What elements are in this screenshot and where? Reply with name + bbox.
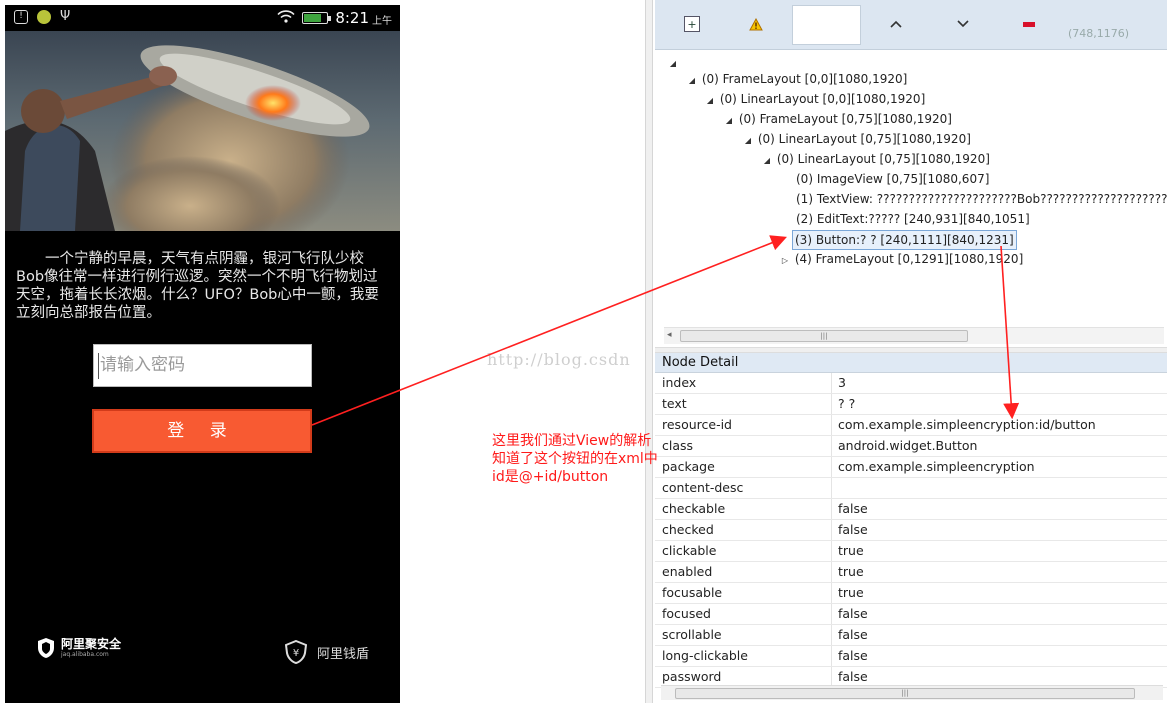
tree-node[interactable]: ◢ (0) LinearLayout [0,75][1080,1920] [742, 129, 971, 149]
search-field[interactable] [792, 5, 861, 45]
expand-toggle-icon[interactable]: ◢ [704, 91, 716, 111]
tree-node[interactable]: ◢ (0) FrameLayout [0,75][1080,1920] [723, 109, 952, 129]
detail-row[interactable]: enabled true [655, 562, 1167, 583]
warning-icon[interactable] [748, 16, 764, 32]
viewer-toolbar: + (748,1176) [655, 0, 1167, 50]
hierarchy-tree: ◢ ◢ (0) FrameLayout [0,0][1080,1920] ◢ (… [655, 50, 1167, 347]
status-time: 8:21 [335, 8, 369, 27]
detail-row[interactable]: index 3 [655, 373, 1167, 394]
detail-row[interactable]: long-clickable false [655, 646, 1167, 667]
tree-node[interactable]: ◢ (0) LinearLayout [0,0][1080,1920] [704, 89, 925, 109]
node-detail-table: index 3 text? ? resource-id com.example.si… [655, 373, 1167, 688]
brand-qiandun: ¥ 阿里钱盾 [285, 640, 369, 664]
expand-toggle-icon[interactable]: ◢ [742, 131, 754, 151]
qiandun-shield-icon: ¥ [285, 640, 307, 664]
scroll-left-icon[interactable]: ◂ [667, 330, 672, 340]
node-detail-title: Node Detail [655, 353, 1167, 373]
tree-node[interactable]: ▷ (4) FrameLayout [0,1291][1080,1920] [779, 249, 1023, 269]
scroll-thumb[interactable]: ||| [680, 330, 968, 342]
brand-aliju-security: 阿里聚安全 jaq.alibaba.com [37, 637, 121, 659]
login-button[interactable]: 登 录 [92, 409, 312, 453]
tree-node[interactable]: ◢ (0) LinearLayout [0,75][1080,1920] [761, 149, 990, 169]
tree-horizontal-scrollbar[interactable]: ◂ ||| [664, 327, 1164, 344]
detail-row[interactable]: focusable true [655, 583, 1167, 604]
detail-row[interactable]: resource-id com.example.simpleencryption:… [655, 415, 1167, 436]
expand-toggle-icon[interactable]: ◢ [761, 151, 773, 171]
detail-row[interactable]: content-desc [655, 478, 1167, 499]
screen: ! Ψ 8:21 上午 一个宁静的早晨，天气有点阴霾，银河飞行队少校Bob像往常… [0, 0, 1167, 703]
svg-text:¥: ¥ [293, 648, 299, 659]
detail-row[interactable]: scrollable false [655, 625, 1167, 646]
previous-button[interactable] [888, 16, 904, 32]
usb-icon: Ψ [60, 9, 71, 24]
detail-row[interactable]: text? ? [655, 394, 1167, 415]
story-text: 一个宁静的早晨，天气有点阴霾，银河飞行队少校Bob像往常一样进行例行巡逻。突然一… [16, 251, 379, 321]
detail-row[interactable]: class android.widget.Button [655, 436, 1167, 457]
detail-horizontal-scrollbar[interactable]: ||| [661, 685, 1163, 700]
cursor-coords: (748,1176) [1068, 27, 1130, 40]
detail-row[interactable]: clickable true [655, 541, 1167, 562]
collapsed-toggle-icon[interactable]: ▷ [779, 251, 791, 271]
detail-row[interactable]: checked false [655, 520, 1167, 541]
collapse-button[interactable] [1021, 16, 1037, 32]
tree-node[interactable]: (2) EditText:????? [240,931][840,1051] [796, 209, 1030, 229]
tree-node[interactable]: (1) TextView: ??????????????????????Bob?… [796, 189, 1167, 209]
app-notification-icon [37, 10, 51, 24]
minus-icon [1023, 21, 1035, 27]
detail-row[interactable]: package com.example.simpleencryption [655, 457, 1167, 478]
annotation-note: 这里我们通过View的解析 知道了这个按钮的在xml中 id是@+id/butt… [492, 432, 682, 486]
tree-node[interactable]: (0) ImageView [0,75][1080,607] [796, 169, 989, 189]
hero-image [5, 31, 400, 231]
brand-left-name: 阿里聚安全 [61, 636, 122, 651]
expand-all-button[interactable]: + [684, 16, 700, 32]
brand-right-name: 阿里钱盾 [317, 646, 370, 662]
brand-left-url: jaq.alibaba.com [61, 650, 109, 658]
alert-icon: ! [14, 10, 28, 24]
detail-row[interactable]: checkable false [655, 499, 1167, 520]
chevron-up-icon [890, 20, 902, 28]
pane-divider[interactable] [645, 0, 653, 703]
detail-row[interactable]: focused false [655, 604, 1167, 625]
expand-toggle-icon[interactable]: ◢ [723, 111, 735, 131]
aliju-shield-icon [38, 638, 54, 658]
note-line: 这里我们通过View的解析 [492, 433, 652, 449]
tree-node-selected[interactable]: (3) Button:? ? [240,1111][840,1231] [792, 230, 1017, 250]
phone-screen: ! Ψ 8:21 上午 一个宁静的早晨，天气有点阴霾，银河飞行队少校Bob像往常… [5, 5, 400, 703]
wifi-icon [277, 9, 295, 26]
expand-toggle-icon[interactable]: ◢ [686, 71, 698, 91]
status-ampm: 上午 [372, 16, 392, 27]
note-line: 知道了这个按钮的在xml中 [492, 451, 658, 467]
status-bar: ! Ψ 8:21 上午 [5, 5, 400, 31]
blog-watermark: http://blog.csdn [487, 350, 631, 369]
note-line: id是@+id/button [492, 469, 609, 485]
next-button[interactable] [955, 16, 971, 32]
battery-icon [302, 11, 332, 24]
status-left-icons: ! Ψ [14, 10, 70, 24]
password-input[interactable]: 请输入密码 [93, 344, 312, 387]
detail-scroll-thumb[interactable]: ||| [675, 688, 1135, 699]
chevron-down-icon [957, 20, 969, 28]
status-right: 8:21 上午 [277, 8, 392, 27]
tree-root-toggle[interactable]: ◢ [667, 52, 679, 72]
tree-node[interactable]: ◢ (0) FrameLayout [0,0][1080,1920] [686, 69, 907, 89]
